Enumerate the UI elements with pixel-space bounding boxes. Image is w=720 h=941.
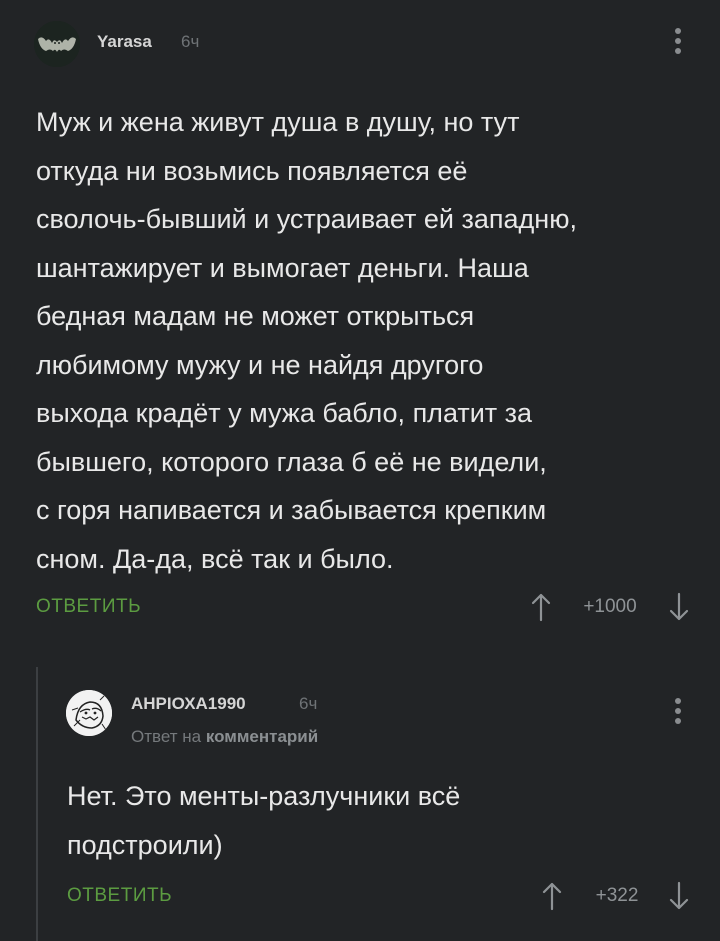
more-vertical-icon[interactable] bbox=[674, 28, 682, 54]
username[interactable]: Yarasa bbox=[97, 32, 152, 52]
comment-time: 6ч bbox=[299, 694, 318, 713]
comment-text: Нет. Это менты-разлучники всё подстроили… bbox=[67, 781, 461, 860]
arrow-up-icon[interactable] bbox=[541, 881, 563, 911]
more-vertical-icon[interactable] bbox=[674, 698, 682, 724]
arrow-down-icon[interactable] bbox=[668, 881, 690, 911]
reply-to-prefix: Ответ на bbox=[131, 727, 202, 746]
bat-avatar-icon bbox=[34, 21, 80, 67]
comment-text: Муж и жена живут душа в душу, но тут отк… bbox=[36, 107, 577, 574]
username[interactable]: АНРIОХА1990 bbox=[131, 694, 246, 714]
arrow-up-icon[interactable] bbox=[530, 592, 552, 622]
reply-to-label: Ответ на комментарий bbox=[131, 727, 318, 747]
avatar[interactable] bbox=[66, 690, 112, 736]
reply-button[interactable]: ОТВЕТИТЬ bbox=[67, 885, 172, 907]
arrow-down-icon[interactable] bbox=[668, 592, 690, 622]
comment-rating: +322 bbox=[595, 885, 639, 906]
reply-comment: АНРIОХА1990 6ч Ответ на комментарий Нет.… bbox=[0, 650, 720, 941]
reply-button[interactable]: ОТВЕТИТЬ bbox=[36, 596, 141, 618]
sketch-avatar-icon bbox=[66, 690, 112, 736]
comment-time: 6ч bbox=[181, 32, 200, 51]
comment: Yarasa 6ч Муж и жена живут душа в душу, … bbox=[0, 0, 720, 650]
avatar[interactable] bbox=[34, 21, 80, 67]
reply-to-link[interactable]: комментарий bbox=[206, 727, 318, 746]
comment-rating: +1000 bbox=[583, 596, 637, 617]
